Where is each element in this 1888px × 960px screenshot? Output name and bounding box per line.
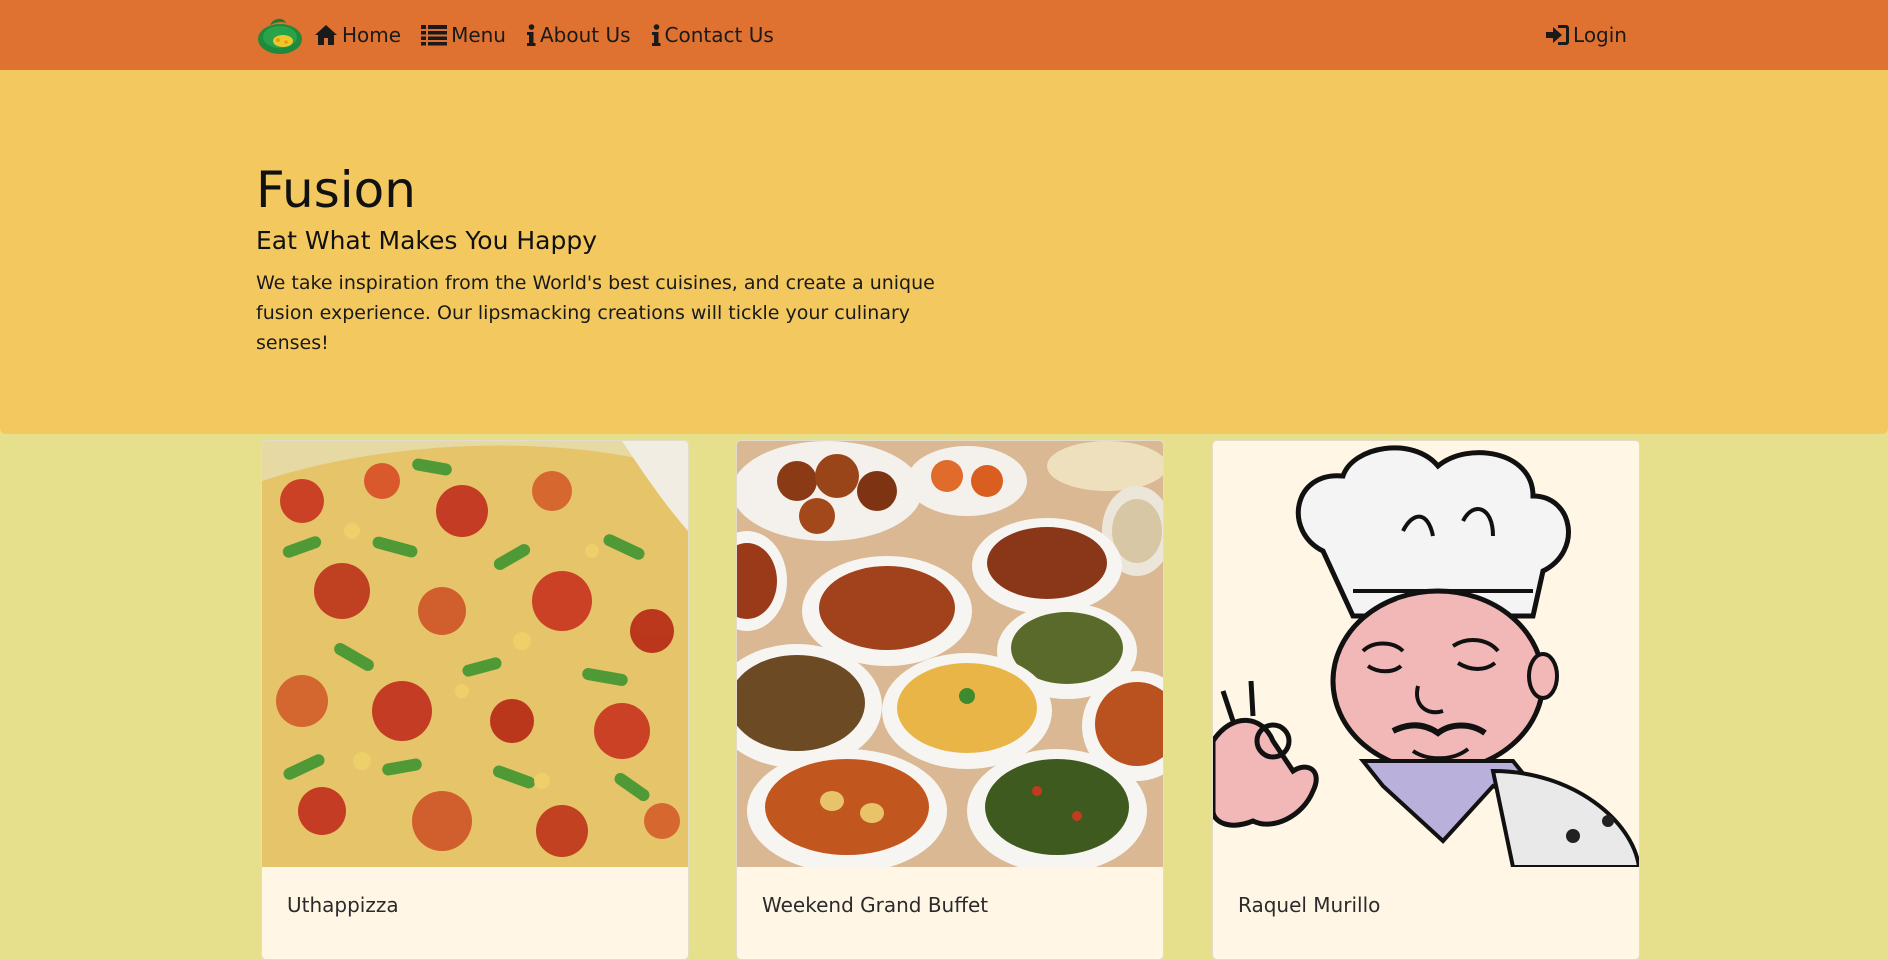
nav-contact-us[interactable]: Contact Us xyxy=(651,23,774,47)
login-label: Login xyxy=(1573,23,1627,47)
info-icon xyxy=(651,24,661,46)
hero-description: We take inspiration from the World's bes… xyxy=(256,272,935,354)
nav-about-us[interactable]: About Us xyxy=(526,23,631,47)
nav-contact-us-label: Contact Us xyxy=(664,23,774,47)
hero-subtitle: Eat What Makes You Happy xyxy=(256,226,598,255)
card-title: Raquel Murillo xyxy=(1238,893,1381,917)
home-icon xyxy=(315,25,337,45)
nav-home[interactable]: Home xyxy=(314,23,401,47)
sign-in-icon xyxy=(1546,25,1570,45)
list-icon xyxy=(421,25,448,46)
nav-home-label: Home xyxy=(342,23,402,47)
nav-about-us-label: About Us xyxy=(539,23,631,47)
info-icon xyxy=(526,24,536,46)
navbar: Home Menu About Us Contact Us Login xyxy=(0,0,1888,70)
nav-menu[interactable]: Menu xyxy=(421,23,506,47)
nav-menu-label: Menu xyxy=(451,23,506,47)
card-leader[interactable]: Raquel Murillo xyxy=(1212,440,1640,960)
chef-illustration-image xyxy=(1213,441,1639,867)
card-title: Weekend Grand Buffet xyxy=(762,893,989,917)
login-button[interactable]: Login xyxy=(1545,23,1627,47)
hero-banner: Fusion Eat What Makes You Happy We take … xyxy=(0,70,1888,434)
navbar-inner: Home Menu About Us Contact Us Login xyxy=(256,0,1629,70)
pizza-photo-image xyxy=(262,441,688,867)
card-promotion[interactable]: Weekend Grand Buffet xyxy=(736,440,1164,960)
card-title: Uthappizza xyxy=(287,893,399,917)
buffet-photo-image xyxy=(737,441,1163,867)
hero-title: Fusion xyxy=(256,161,416,219)
card-dish[interactable]: Uthappizza xyxy=(261,440,689,960)
fusion-logo-icon[interactable] xyxy=(256,11,304,59)
